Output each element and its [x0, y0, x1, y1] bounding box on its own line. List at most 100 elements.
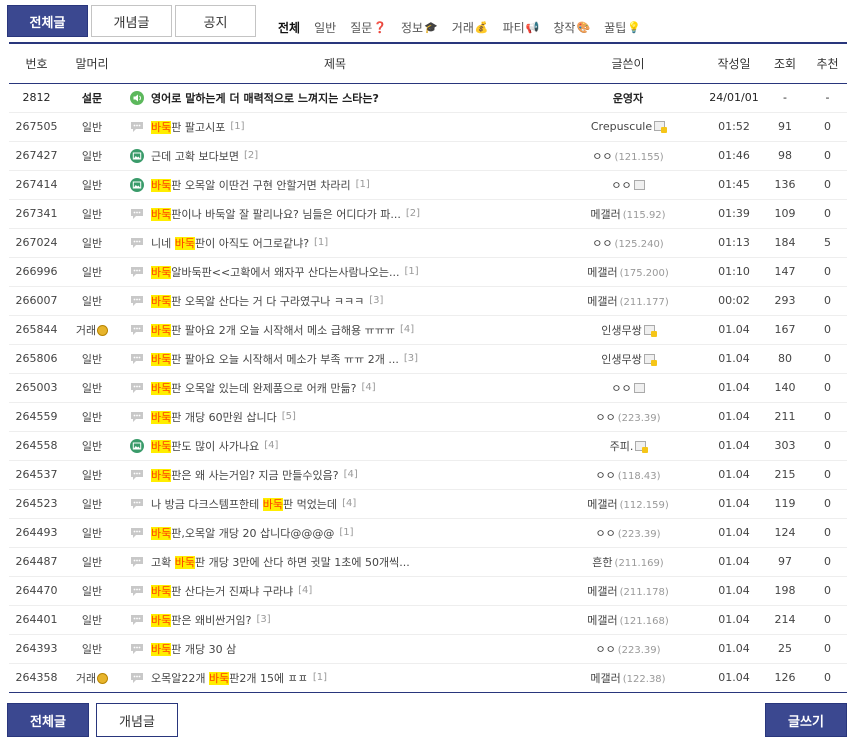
reply-count[interactable]: [4] — [298, 585, 312, 596]
reply-count[interactable]: [4] — [264, 440, 278, 451]
table-row[interactable]: 264558 일반 바둑판도 많이 사가나요 [4] 주피. 01.04 303 0 — [9, 431, 847, 460]
post-writer[interactable]: 메갤러 (122.38) — [550, 663, 706, 692]
post-title-cell[interactable]: 오목알22개 바둑판2개 15에 ㅍㅍ [1] — [120, 663, 550, 692]
category-tab[interactable]: 정보 🎓 — [401, 19, 438, 36]
writer-name[interactable]: ㅇㅇ — [611, 179, 631, 192]
post-title-cell[interactable]: 영어로 말하는게 더 매력적으로 느껴지는 스타는? — [120, 83, 550, 112]
category-tab[interactable]: 창작 🎨 — [553, 19, 590, 36]
post-writer[interactable]: ㅇㅇ — [550, 373, 706, 402]
post-title-cell[interactable]: 바둑판 산다는거 진짜냐 구라냐 [4] — [120, 576, 550, 605]
reply-count[interactable]: [1] — [404, 266, 418, 277]
reply-count[interactable]: [4] — [362, 382, 376, 393]
reply-count[interactable]: [4] — [344, 469, 358, 480]
table-row[interactable]: 264537 일반 바둑판은 왜 사는거임? 지금 만들수있음? [4] ㅇㅇ (118.… — [9, 460, 847, 489]
table-row[interactable]: 264493 일반 바둑판,오목알 개당 20 삽니다@@@@ [1] ㅇㅇ (223.3… — [9, 518, 847, 547]
writer-name[interactable]: 흔한 — [592, 556, 612, 569]
writer-name[interactable]: 인생무쌍 — [601, 324, 641, 337]
writer-name[interactable]: Crepuscule — [591, 120, 652, 133]
table-row[interactable]: 266007 일반 바둑판 오목알 산다는 거 다 구라였구나 ㅋㅋㅋ [3] 메갤러(… — [9, 286, 847, 315]
category-tab[interactable]: 일반 — [314, 19, 336, 36]
writer-name[interactable]: ㅇㅇ — [595, 411, 615, 424]
category-tab[interactable]: 질문 ❓ — [350, 19, 387, 36]
reply-count[interactable]: [3] — [404, 353, 418, 364]
writer-name[interactable]: 주피. — [610, 440, 634, 453]
post-title[interactable]: 바둑판 산다는거 진짜냐 구라냐 — [151, 583, 293, 599]
post-title-cell[interactable]: 바둑판 팔아요 오늘 시작해서 메소가 부족 ㅠㅠ 2개 ... [3] — [120, 344, 550, 373]
table-row[interactable]: 264470 일반 바둑판 산다는거 진짜냐 구라냐 [4] 메갤러 (211.178) 0… — [9, 576, 847, 605]
category-tab[interactable]: 꿀팁 💡 — [604, 19, 641, 36]
post-title-cell[interactable]: 바둑판도 많이 사가나요 [4] — [120, 431, 550, 460]
table-row[interactable]: 267427 일반 근데 고확 보다보면 [2] ㅇㅇ (121.155) 01:46 98 0 — [9, 141, 847, 170]
post-title[interactable]: 바둑판이나 바둑알 잘 팔리나요? 님들은 어디다가 파... — [151, 206, 401, 222]
post-writer[interactable]: ㅇㅇ (118.43) — [550, 460, 706, 489]
table-row[interactable]: 264559 일반 바둑판 개당 60만원 삽니다 [5] ㅇㅇ (223.39) 01.0… — [9, 402, 847, 431]
writer-name[interactable]: 메갤러 — [587, 266, 617, 279]
reply-count[interactable]: [3] — [369, 295, 383, 306]
post-writer[interactable]: ㅇㅇ (223.39) — [550, 402, 706, 431]
bottom-concept-posts-button[interactable]: 개념글 — [96, 703, 178, 737]
post-title-cell[interactable]: 바둑판 개당 30 삼 — [120, 634, 550, 663]
post-title-cell[interactable]: 바둑판은 왜 사는거임? 지금 만들수있음? [4] — [120, 460, 550, 489]
table-row[interactable]: 264401 일반 바둑판은 왜비싼거임? [3] 메갤러 (121.168) 01.04 2… — [9, 605, 847, 634]
post-title[interactable]: 바둑판 오목알 산다는 거 다 구라였구나 ㅋㅋㅋ — [151, 293, 364, 309]
tab-concept-posts[interactable]: 개념글 — [91, 5, 172, 37]
table-row[interactable]: 265003 일반 바둑판 오목알 있는데 완제품으로 어캐 만듦? [4] ㅇㅇ 01.… — [9, 373, 847, 402]
post-writer[interactable]: 메갤러 (211.177) — [550, 286, 706, 315]
post-writer[interactable]: 메갤러 (112.159) — [550, 489, 706, 518]
post-title[interactable]: 바둑판,오목알 개당 20 삽니다@@@@ — [151, 525, 334, 541]
post-title[interactable]: 바둑판 오목알 있는데 완제품으로 어캐 만듦? — [151, 380, 357, 396]
post-title-cell[interactable]: 바둑판 오목알 있는데 완제품으로 어캐 만듦? [4] — [120, 373, 550, 402]
post-writer[interactable]: 메갤러 (121.168) — [550, 605, 706, 634]
post-title-cell[interactable]: 나 방금 다크스템프한테 바둑판 먹었는데 [4] — [120, 489, 550, 518]
reply-count[interactable]: [4] — [400, 324, 414, 335]
post-writer[interactable]: ㅇㅇ (121.155) — [550, 141, 706, 170]
writer-name[interactable]: ㅇㅇ — [611, 382, 631, 395]
post-writer[interactable]: ㅇㅇ (125.240) — [550, 228, 706, 257]
table-row[interactable]: 264358 거래 오목알22개 바둑판2개 15에 ㅍㅍ [1] 메갤러 (122.38… — [9, 663, 847, 692]
post-writer[interactable]: 메갤러 (211.178) — [550, 576, 706, 605]
post-title[interactable]: 바둑판 팔아요 2개 오늘 시작해서 메소 급해용 ㅠㅠㅠ — [151, 322, 395, 338]
post-writer[interactable]: 운영자 — [550, 83, 706, 112]
post-title[interactable]: 바둑판도 많이 사가나요 — [151, 438, 259, 454]
writer-name[interactable]: ㅇㅇ — [592, 150, 612, 163]
reply-count[interactable]: [1] — [314, 237, 328, 248]
writer-name[interactable]: ㅇㅇ — [595, 469, 615, 482]
writer-name[interactable]: 인생무쌍 — [601, 353, 641, 366]
post-writer[interactable]: ㅇㅇ (223.39) — [550, 518, 706, 547]
writer-name[interactable]: ㅇㅇ — [595, 527, 615, 540]
post-title-cell[interactable]: 바둑판 오목알 이딴건 구현 안할거면 차라리 [1] — [120, 170, 550, 199]
table-row[interactable]: 267414 일반 바둑판 오목알 이딴건 구현 안할거면 차라리 [1] ㅇㅇ 01:4… — [9, 170, 847, 199]
tab-all-posts[interactable]: 전체글 — [7, 5, 88, 37]
writer-name[interactable]: 메갤러 — [590, 208, 620, 221]
post-title-cell[interactable]: 바둑판,오목알 개당 20 삽니다@@@@ [1] — [120, 518, 550, 547]
writer-name[interactable]: 메갤러 — [587, 614, 617, 627]
post-writer[interactable]: 인생무쌍 — [550, 315, 706, 344]
writer-name[interactable]: ㅇㅇ — [595, 643, 615, 656]
writer-name[interactable]: 메갤러 — [587, 585, 617, 598]
post-writer[interactable]: 주피. — [550, 431, 706, 460]
table-row[interactable]: 267024 일반 니네 바둑판이 아직도 어그로같냐? [1] ㅇㅇ (125.240)… — [9, 228, 847, 257]
post-title[interactable]: 바둑판 오목알 이딴건 구현 안할거면 차라리 — [151, 177, 351, 193]
post-writer[interactable]: 메갤러 (175.200) — [550, 257, 706, 286]
writer-name[interactable]: 메갤러 — [587, 295, 617, 308]
writer-name[interactable]: 메갤러 — [587, 498, 617, 511]
reply-count[interactable]: [1] — [339, 527, 353, 538]
table-row[interactable]: 265806 일반 바둑판 팔아요 오늘 시작해서 메소가 부족 ㅠㅠ 2개 ...… — [9, 344, 847, 373]
post-title[interactable]: 바둑판 개당 60만원 삽니다 — [151, 409, 277, 425]
post-title[interactable]: 바둑판 개당 30 삼 — [151, 641, 236, 657]
reply-count[interactable]: [4] — [342, 498, 356, 509]
table-row[interactable]: 267341 일반 바둑판이나 바둑알 잘 팔리나요? 님들은 어디다가 파... [… — [9, 199, 847, 228]
post-writer[interactable]: 흔한 (211.169) — [550, 547, 706, 576]
reply-count[interactable]: [1] — [313, 672, 327, 683]
post-writer[interactable]: 인생무쌍 — [550, 344, 706, 373]
table-row[interactable]: 265844 거래 바둑판 팔아요 2개 오늘 시작해서 메소 급해용 ㅠㅠㅠ [4]… — [9, 315, 847, 344]
post-title-cell[interactable]: 바둑판 팔고시포 [1] — [120, 112, 550, 141]
post-title[interactable]: 바둑판 팔고시포 — [151, 119, 225, 135]
post-writer[interactable]: ㅇㅇ (223.39) — [550, 634, 706, 663]
post-title[interactable]: 근데 고확 보다보면 — [151, 148, 239, 164]
post-writer[interactable]: 메갤러 (115.92) — [550, 199, 706, 228]
post-title-cell[interactable]: 바둑알바둑판<<고확에서 왜자꾸 산다는사람나오는... [1] — [120, 257, 550, 286]
category-tab[interactable]: 파티 📢 — [503, 19, 540, 36]
reply-count[interactable]: [1] — [356, 179, 370, 190]
post-title[interactable]: 나 방금 다크스템프한테 바둑판 먹었는데 — [151, 496, 337, 512]
